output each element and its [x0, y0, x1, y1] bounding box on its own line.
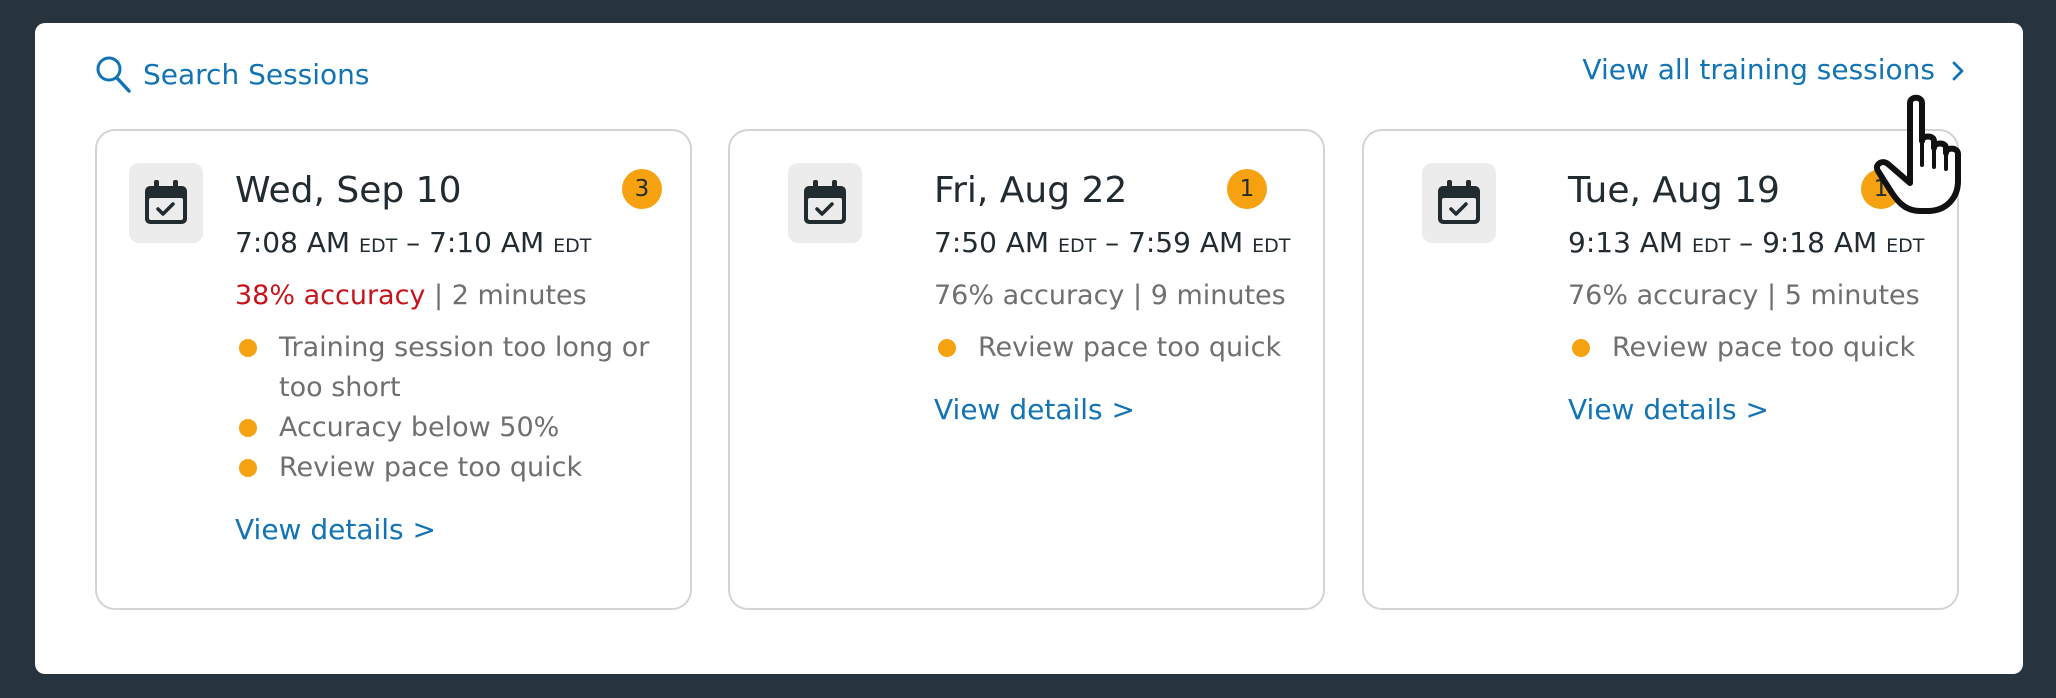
search-icon	[96, 56, 131, 93]
flag-list: Training session too long or too short A…	[235, 328, 670, 488]
session-stats: 76% accuracy | 5 minutes	[1568, 276, 1937, 316]
flag-list: Review pace too quick	[934, 328, 1303, 368]
start-timezone: EDT	[1692, 235, 1731, 257]
start-timezone: EDT	[1058, 235, 1097, 257]
flag-item: Accuracy below 50%	[235, 408, 670, 448]
calendar-icon-box	[788, 163, 862, 243]
calendar-icon-box	[129, 163, 203, 243]
calendar-check-icon	[804, 180, 846, 224]
flag-text: Training session too long or too short	[279, 332, 650, 403]
stats-separator: |	[1758, 280, 1785, 311]
start-time: 7:50 AM	[934, 226, 1050, 259]
flag-item: Review pace too quick	[934, 328, 1303, 368]
warning-dot-icon	[1572, 339, 1590, 357]
time-separator: –	[397, 226, 430, 259]
calendar-check-icon	[145, 180, 187, 224]
accuracy-value: 38% accuracy	[235, 280, 426, 311]
view-details-link[interactable]: View details >	[235, 510, 436, 550]
flag-text: Review pace too quick	[279, 452, 583, 483]
accuracy-value: 76% accuracy	[934, 280, 1125, 311]
end-time: 7:10 AM	[429, 226, 545, 259]
session-card-body: Fri, Aug 22 7:50 AM EDT – 7:59 AM EDT 76…	[934, 169, 1303, 430]
flag-item: Training session too long or too short	[235, 328, 670, 408]
calendar-icon-box	[1422, 163, 1496, 243]
view-details-link[interactable]: View details >	[934, 390, 1135, 430]
flag-text: Accuracy below 50%	[279, 412, 560, 443]
session-date: Fri, Aug 22	[934, 170, 1128, 211]
start-time: 9:13 AM	[1568, 226, 1684, 259]
search-sessions-link[interactable]: Search Sessions	[95, 54, 370, 94]
chevron-right-icon	[1952, 61, 1964, 80]
start-time: 7:08 AM	[235, 226, 351, 259]
flag-text: Review pace too quick	[1612, 332, 1916, 363]
end-time: 7:59 AM	[1128, 226, 1244, 259]
duration-value: 5 minutes	[1784, 280, 1920, 311]
stats-separator: |	[1124, 280, 1151, 311]
duration-value: 2 minutes	[451, 280, 587, 311]
warning-dot-icon	[239, 339, 257, 357]
sessions-panel: Search Sessions View all training sessio…	[35, 23, 2023, 674]
view-all-sessions-label: View all training sessions	[1582, 53, 1935, 86]
session-card: 1 Fri, Aug 22 7:50 AM EDT – 7:59 AM EDT …	[728, 129, 1325, 610]
calendar-check-icon	[1438, 180, 1480, 224]
duration-value: 9 minutes	[1150, 280, 1286, 311]
session-card: 1 Tue, Aug 19 9:13 AM EDT – 9:18 AM EDT …	[1362, 129, 1959, 610]
flag-item: Review pace too quick	[1568, 328, 1937, 368]
end-timezone: EDT	[1886, 235, 1925, 257]
session-card: 3 Wed, Sep 10 7:08 AM EDT – 7:10 AM EDT …	[95, 129, 692, 610]
warning-dot-icon	[938, 339, 956, 357]
flag-text: Review pace too quick	[978, 332, 1282, 363]
session-date: Wed, Sep 10	[235, 170, 462, 211]
session-time-range: 7:50 AM EDT – 7:59 AM EDT	[934, 223, 1303, 266]
end-timezone: EDT	[553, 235, 592, 257]
view-all-sessions-link[interactable]: View all training sessions	[1582, 53, 1965, 86]
end-timezone: EDT	[1252, 235, 1291, 257]
flag-item: Review pace too quick	[235, 448, 670, 488]
accuracy-value: 76% accuracy	[1568, 280, 1759, 311]
warning-dot-icon	[239, 419, 257, 437]
session-stats: 38% accuracy | 2 minutes	[235, 276, 670, 316]
search-sessions-label: Search Sessions	[143, 57, 370, 91]
hand-pointer-cursor-icon	[1874, 94, 1961, 214]
session-stats: 76% accuracy | 9 minutes	[934, 276, 1303, 316]
flag-list: Review pace too quick	[1568, 328, 1937, 368]
session-time-range: 7:08 AM EDT – 7:10 AM EDT	[235, 223, 670, 266]
time-separator: –	[1730, 226, 1763, 259]
session-card-body: Wed, Sep 10 7:08 AM EDT – 7:10 AM EDT 38…	[235, 169, 670, 550]
start-timezone: EDT	[359, 235, 398, 257]
view-details-link[interactable]: View details >	[1568, 390, 1769, 430]
warning-dot-icon	[239, 459, 257, 477]
end-time: 9:18 AM	[1762, 226, 1878, 259]
stats-separator: |	[425, 280, 452, 311]
time-separator: –	[1096, 226, 1129, 259]
session-time-range: 9:13 AM EDT – 9:18 AM EDT	[1568, 223, 1937, 266]
